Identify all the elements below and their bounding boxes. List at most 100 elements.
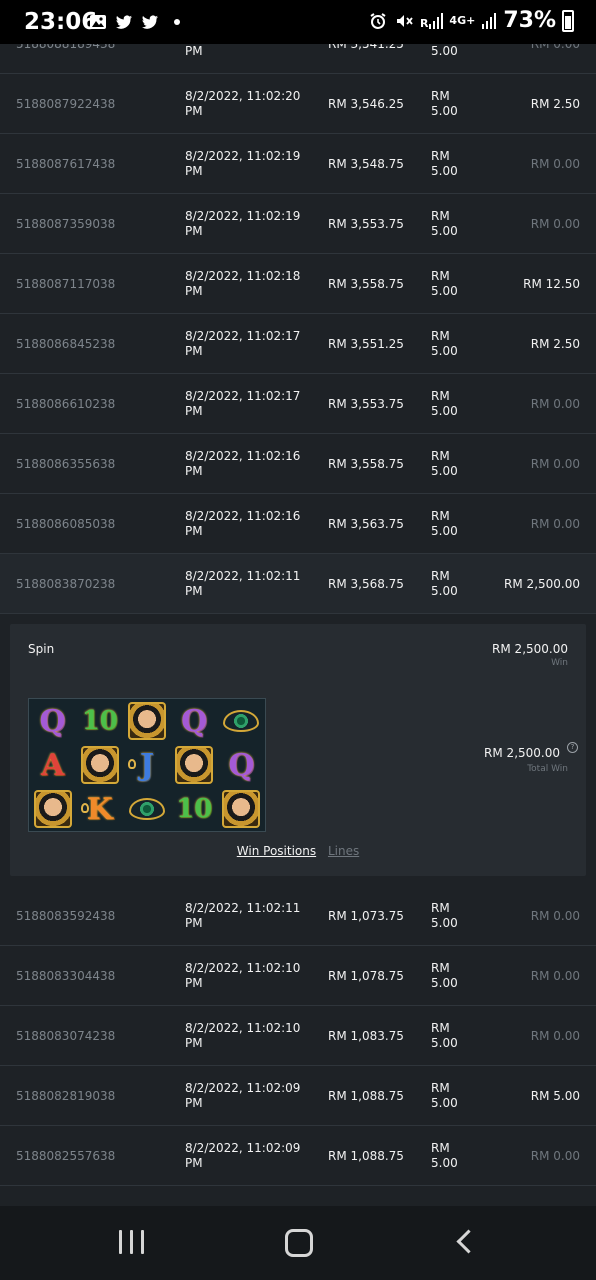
cleopatra-face-icon: [33, 790, 72, 828]
transaction-time: 8/2/2022, 11:02:19 PM: [185, 208, 301, 238]
transaction-time: 8/2/2022, 11:02:09 PM: [185, 1140, 301, 1170]
bet: RM5.00: [431, 208, 458, 238]
cleopatra-symbol-icon: [79, 745, 121, 785]
transaction-time: 8/2/2022, 11:02:16 PM: [185, 508, 301, 538]
transaction-time: 8/2/2022, 11:02:17 PM: [185, 388, 301, 418]
slot-symbol: Q: [181, 703, 208, 739]
balance: RM 3,553.75: [328, 396, 404, 411]
transaction-row[interactable]: 5188083592438 8/2/2022, 11:02:11 PM RM 1,0…: [0, 886, 596, 946]
balance: RM 1,088.75: [328, 1148, 404, 1163]
bet: RM5.00: [431, 960, 458, 990]
bet: RM5.00: [431, 1140, 458, 1170]
spin-title: Spin: [28, 642, 55, 656]
transaction-id: 5188083074238: [16, 1028, 116, 1043]
transaction-row[interactable]: 5188086085038 8/2/2022, 11:02:16 PM RM 3,56…: [0, 494, 596, 554]
transaction-id: 5188083870238: [16, 576, 116, 591]
win-amount: RM 12.50: [523, 276, 580, 291]
home-icon[interactable]: [285, 1229, 313, 1257]
bet: RM5.00: [431, 1020, 458, 1050]
transaction-id: 5188083304438: [16, 968, 116, 983]
transaction-row[interactable]: 5188083074238 8/2/2022, 11:02:10 PM RM 1,08…: [0, 1006, 596, 1066]
bet: RM5.00: [431, 148, 458, 178]
bet: RM5.00: [431, 268, 458, 298]
balance: RM 3,551.25: [328, 336, 404, 351]
balance: RM 3,558.75: [328, 276, 404, 291]
status-time: 23:06: [24, 9, 98, 35]
transaction-time: 8/2/2022, 11:02:10 PM: [185, 960, 301, 990]
balance: RM 3,553.75: [328, 216, 404, 231]
back-icon[interactable]: [456, 1229, 481, 1254]
transaction-time: 8/2/2022, 11:02:10 PM: [185, 1020, 301, 1050]
transaction-row[interactable]: 5188082819038 8/2/2022, 11:02:09 PM RM 1,08…: [0, 1066, 596, 1126]
ankh-icon: [127, 759, 136, 769]
transaction-row[interactable]: 5188083304438 8/2/2022, 11:02:10 PM RM 1,07…: [0, 946, 596, 1006]
transaction-row[interactable]: 5188086355638 8/2/2022, 11:02:16 PM RM 3,55…: [0, 434, 596, 494]
alarm-icon: [370, 12, 386, 29]
eye-of-horus-symbol-icon: [220, 701, 262, 741]
win-amount: RM 0.00: [530, 968, 580, 983]
cleopatra-face-icon: [127, 702, 166, 740]
win-amount: RM 0.00: [530, 908, 580, 923]
win-positions-link[interactable]: Win Positions: [237, 844, 316, 858]
win-amount: RM 5.00: [530, 1088, 580, 1103]
win-label: Win: [551, 658, 568, 668]
bet: RM5.00: [431, 328, 458, 358]
win-amount: RM 0.00: [530, 216, 580, 231]
transaction-time: 8/2/2022, 11:02:19 PM: [185, 148, 301, 178]
cleopatra-face-icon: [80, 746, 119, 784]
transaction-time: 8/2/2022, 11:02:11 PM: [185, 568, 301, 598]
slot-symbol: Q: [228, 747, 255, 783]
transaction-row[interactable]: 5188086845238 8/2/2022, 11:02:17 PM RM 3,55…: [0, 314, 596, 374]
transaction-time: 8/2/2022, 11:02:20 PM: [185, 88, 301, 118]
battery-icon: [562, 9, 574, 32]
eye-of-horus-icon: [128, 798, 165, 820]
transaction-row[interactable]: 5188087359038 8/2/2022, 11:02:19 PM RM 3,55…: [0, 194, 596, 254]
win-amount: RM 0.00: [530, 1028, 580, 1043]
transaction-time: 8/2/2022, 11:02:09 PM: [185, 1080, 301, 1110]
cleopatra-symbol-icon: [173, 745, 215, 785]
total-win-amount: RM 2,500.00: [484, 746, 560, 760]
cleopatra-face-icon: [175, 746, 214, 784]
signal-bars-icon-2: [482, 12, 497, 29]
twitter-icon-2: [142, 15, 158, 29]
balance: RM 3,568.75: [328, 576, 404, 591]
help-icon[interactable]: ?: [567, 742, 578, 753]
transaction-row[interactable]: 5188087922438 8/2/2022, 11:02:20 PM RM 3,54…: [0, 74, 596, 134]
win-amount: RM 0.00: [530, 516, 580, 531]
balance: RM 1,073.75: [328, 908, 404, 923]
transaction-row[interactable]: 5188082557638 8/2/2022, 11:02:09 PM RM 1,08…: [0, 1126, 596, 1186]
transaction-id: 5188083592438: [16, 908, 116, 923]
bet: RM5.00: [431, 388, 458, 418]
lines-link[interactable]: Lines: [328, 844, 359, 858]
bet: RM5.00: [431, 448, 458, 478]
balance: RM 1,088.75: [328, 1088, 404, 1103]
transaction-id: 5188087617438: [16, 156, 116, 171]
recents-icon[interactable]: [119, 1230, 145, 1254]
win-amount: RM 2.50: [530, 96, 580, 111]
signal-bars-icon: [429, 12, 444, 29]
slot-symbol: 10: [176, 794, 213, 824]
transaction-row[interactable]: 5188087617438 8/2/2022, 11:02:19 PM RM 3,54…: [0, 134, 596, 194]
win-amount: RM 0.00: [530, 1148, 580, 1163]
ankh-icon: [80, 803, 89, 813]
transaction-id: 5188082819038: [16, 1088, 116, 1103]
balance: RM 3,546.25: [328, 96, 404, 111]
transaction-id: 5188087117038: [16, 276, 116, 291]
spin-detail-panel: Spin RM 2,500.00 Win Q 10 Q A J Q K 10 RM 2,500…: [10, 624, 586, 876]
transaction-id: 5188082557638: [16, 1148, 116, 1163]
mute-icon: [396, 14, 413, 27]
transaction-row[interactable]: 5188086610238 8/2/2022, 11:02:17 PM RM 3,55…: [0, 374, 596, 434]
battery-percent: 73%: [503, 8, 556, 33]
transaction-row[interactable]: 5188087117038 8/2/2022, 11:02:18 PM RM 3,55…: [0, 254, 596, 314]
balance: RM 1,078.75: [328, 968, 404, 983]
win-amount: RM 2,500.00: [492, 642, 568, 656]
network-type: 4G+: [449, 13, 476, 27]
signal-roaming-icon: R: [420, 12, 444, 29]
cleopatra-symbol-icon: [32, 789, 74, 829]
slot-symbol: K: [79, 789, 121, 829]
transaction-time: 8/2/2022, 11:02:18 PM: [185, 268, 301, 298]
transaction-id: 5188086355638: [16, 456, 116, 471]
transaction-row[interactable]: 5188083870238 8/2/2022, 11:02:11 PM RM 3,5…: [0, 554, 596, 614]
win-amount: RM 0.00: [530, 396, 580, 411]
bet: RM5.00: [431, 508, 458, 538]
